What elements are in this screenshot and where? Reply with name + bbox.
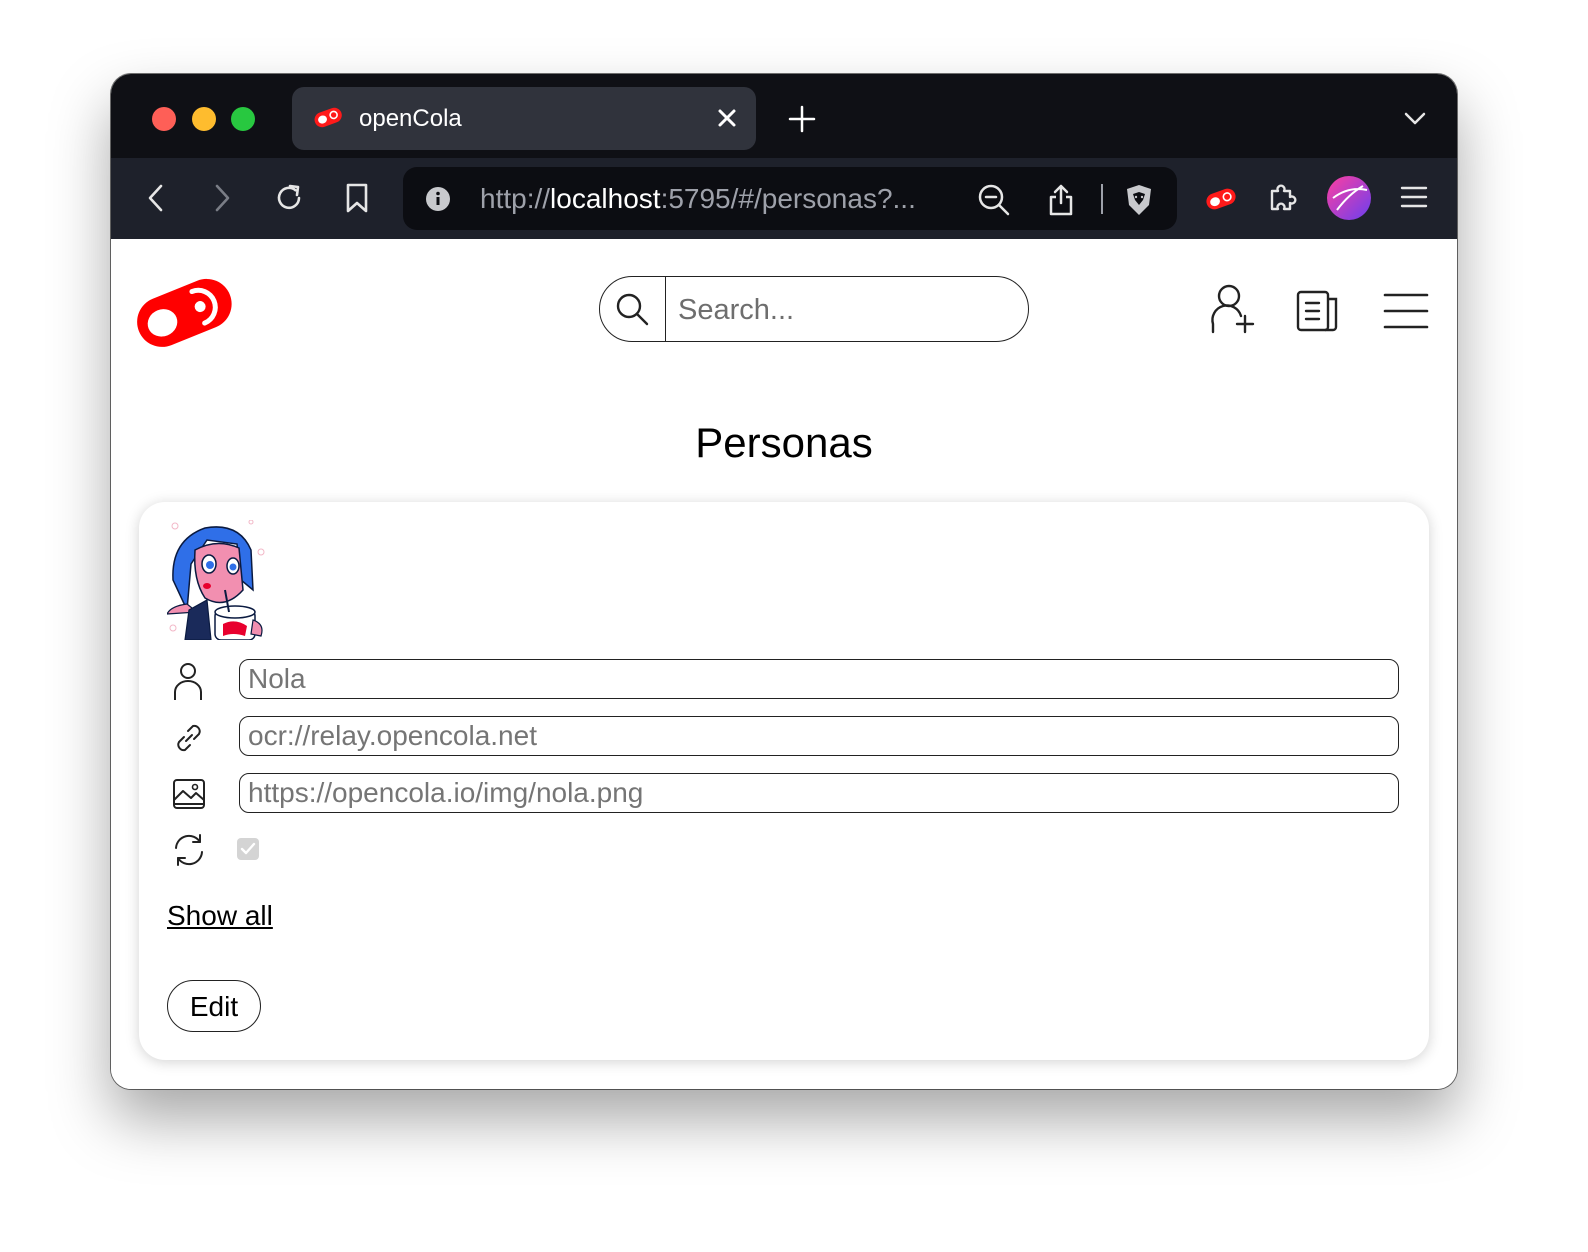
image-icon bbox=[171, 776, 207, 817]
brave-shields-icon[interactable] bbox=[1123, 183, 1155, 222]
omnibox-divider bbox=[1101, 184, 1103, 214]
page-content: Personas bbox=[111, 239, 1457, 1089]
share-icon[interactable] bbox=[1047, 183, 1075, 222]
search-box bbox=[599, 276, 1029, 343]
url-host: localhost bbox=[550, 183, 661, 214]
menu-icon[interactable] bbox=[1400, 185, 1428, 214]
url-scheme: http:// bbox=[480, 183, 551, 214]
show-all-link[interactable]: Show all bbox=[167, 899, 273, 933]
minimize-window-button[interactable] bbox=[192, 107, 216, 131]
opencola-extension-icon[interactable] bbox=[1204, 185, 1238, 218]
sync-checkbox[interactable] bbox=[237, 838, 259, 860]
page-title: Personas bbox=[695, 419, 873, 466]
address-bar[interactable]: http://localhost:5795/#/personas?... bbox=[403, 167, 1177, 230]
persona-avatar bbox=[165, 519, 267, 645]
persona-image-uri-field[interactable] bbox=[239, 773, 1399, 813]
new-tab-icon[interactable] bbox=[787, 104, 817, 139]
persona-address-field[interactable] bbox=[239, 716, 1399, 756]
bookmark-icon[interactable] bbox=[343, 181, 371, 220]
search-button[interactable] bbox=[600, 277, 666, 341]
link-icon bbox=[171, 720, 207, 761]
maximize-window-button[interactable] bbox=[231, 107, 255, 131]
close-tab-icon[interactable] bbox=[714, 105, 740, 136]
back-icon[interactable] bbox=[143, 181, 169, 220]
chevron-down-icon[interactable] bbox=[1403, 108, 1427, 135]
url-text: http://localhost:5795/#/personas?... bbox=[480, 183, 916, 215]
persona-card: Show all Edit bbox=[139, 502, 1429, 1060]
browser-toolbar: http://localhost:5795/#/personas?... bbox=[111, 158, 1457, 239]
search-icon bbox=[616, 293, 649, 326]
zoom-out-icon[interactable] bbox=[977, 183, 1011, 222]
opencola-logo-icon[interactable] bbox=[129, 266, 239, 363]
persona-name-field[interactable] bbox=[239, 659, 1399, 699]
edit-button[interactable]: Edit bbox=[167, 980, 261, 1032]
tab-strip: openCola bbox=[111, 74, 1457, 158]
opencola-favicon-icon bbox=[312, 105, 344, 134]
forward-icon[interactable] bbox=[209, 181, 235, 220]
search-input[interactable] bbox=[676, 277, 1010, 343]
person-icon bbox=[171, 662, 205, 707]
url-path: :5795/#/personas?... bbox=[660, 183, 916, 214]
tab-opencola[interactable]: openCola bbox=[292, 87, 756, 150]
feed-icon[interactable] bbox=[1295, 289, 1341, 338]
profile-avatar-icon[interactable] bbox=[1327, 176, 1371, 225]
reload-icon[interactable] bbox=[272, 181, 306, 220]
add-person-icon[interactable] bbox=[1209, 284, 1257, 341]
browser-window: openCola http://localhost:5795/#/persona… bbox=[111, 74, 1457, 1089]
tab-title: openCola bbox=[359, 105, 462, 132]
sync-icon bbox=[171, 832, 207, 873]
site-info-icon[interactable] bbox=[425, 186, 451, 217]
hamburger-menu-icon[interactable] bbox=[1383, 291, 1429, 336]
extensions-puzzle-icon[interactable] bbox=[1266, 181, 1300, 220]
close-window-button[interactable] bbox=[152, 107, 176, 131]
